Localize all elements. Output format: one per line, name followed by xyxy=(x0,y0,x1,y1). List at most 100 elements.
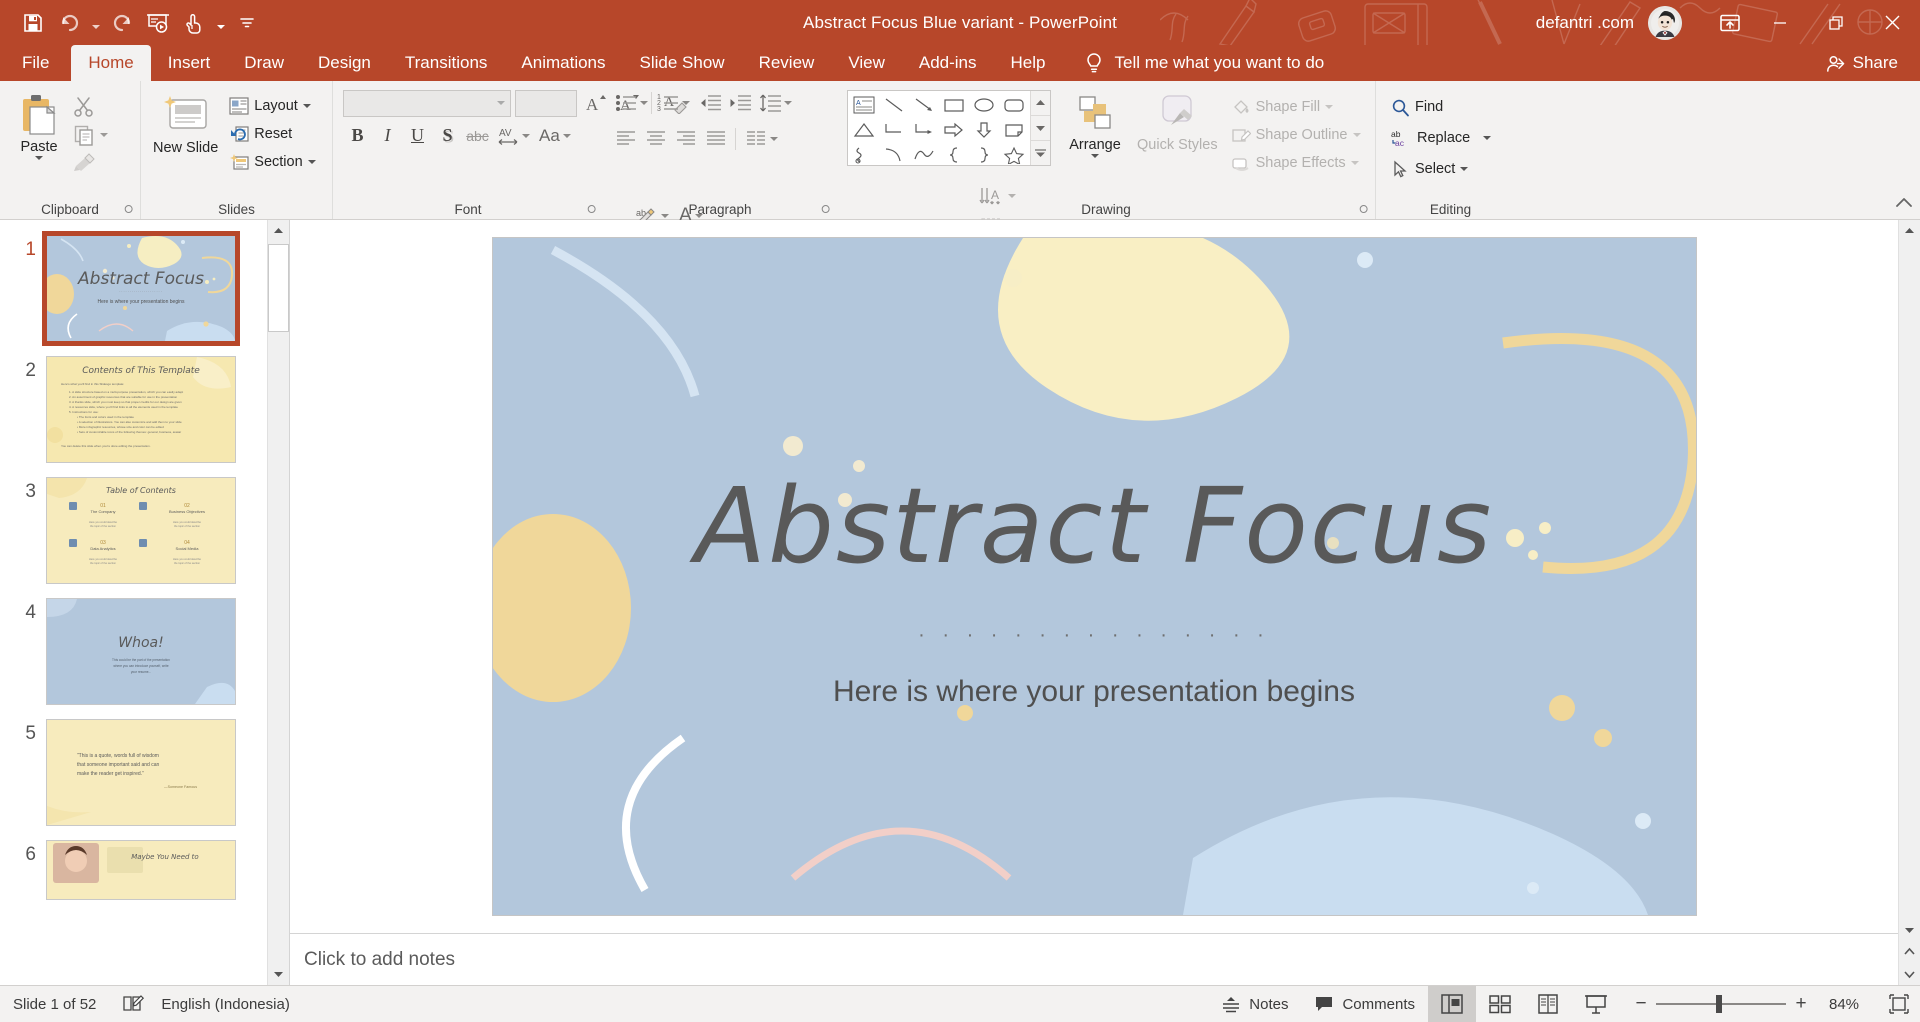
thumbnail-slide-6[interactable]: Maybe You Need to xyxy=(46,840,236,900)
touch-mouse-mode-button[interactable] xyxy=(177,7,211,39)
account-name[interactable]: defantri .com xyxy=(1536,13,1634,33)
shape-outline-button[interactable]: Shape Outline xyxy=(1226,122,1366,148)
new-slide-button[interactable]: New Slide xyxy=(147,88,224,158)
bullets-button[interactable] xyxy=(611,89,652,118)
select-button[interactable]: Select xyxy=(1386,156,1496,182)
line-spacing-button[interactable] xyxy=(755,89,796,118)
shape-right-brace[interactable] xyxy=(969,142,999,167)
minimize-button[interactable] xyxy=(1752,0,1808,45)
tab-design[interactable]: Design xyxy=(301,45,388,81)
fit-slide-to-window-button[interactable] xyxy=(1878,986,1920,1022)
shape-line[interactable] xyxy=(879,92,909,117)
text-shadow-button[interactable]: S xyxy=(433,121,462,150)
previous-slide-button[interactable] xyxy=(1899,941,1920,963)
quick-styles-button[interactable]: Quick Styles xyxy=(1131,88,1224,155)
shape-rounded-rectangle[interactable] xyxy=(999,92,1029,117)
shape-folded-corner[interactable] xyxy=(999,117,1029,142)
zoom-control[interactable]: − + 84% xyxy=(1620,986,1878,1022)
next-slide-button[interactable] xyxy=(1899,963,1920,985)
thumbnail-scrollbar-thumb[interactable] xyxy=(268,244,289,332)
shape-right-arrow[interactable] xyxy=(939,117,969,142)
align-left-button[interactable] xyxy=(611,125,640,154)
tell-me-search[interactable]: Tell me what you want to do xyxy=(1062,45,1324,81)
normal-view-button[interactable] xyxy=(1428,985,1476,1022)
shapes-gallery[interactable]: A xyxy=(847,90,1051,166)
customize-quick-access-toolbar-button[interactable] xyxy=(230,7,264,39)
tab-view[interactable]: View xyxy=(831,45,902,81)
align-right-button[interactable] xyxy=(671,125,700,154)
slide-show-view-button[interactable] xyxy=(1572,986,1620,1022)
thumbnail-item[interactable]: 1 Abstract Focus ····················· H… xyxy=(0,228,267,349)
notes-toggle-button[interactable]: Notes xyxy=(1208,986,1301,1022)
paste-button[interactable]: Paste xyxy=(10,88,68,162)
thumbnail-item[interactable]: 4 Whoa! This could be the part of the pr… xyxy=(0,591,267,712)
shape-fill-button[interactable]: Shape Fill xyxy=(1226,94,1366,120)
tab-animations[interactable]: Animations xyxy=(504,45,622,81)
avatar[interactable] xyxy=(1648,5,1682,40)
thumbnail-scrollbar-track[interactable] xyxy=(268,332,289,963)
clipboard-dialog-launcher[interactable]: ⭘ xyxy=(124,204,133,217)
thumbnail-scroll-down-button[interactable] xyxy=(268,963,289,985)
strikethrough-button[interactable]: abc xyxy=(463,121,492,150)
touch-mode-dropdown-caret[interactable] xyxy=(213,7,228,39)
columns-button[interactable] xyxy=(741,125,782,154)
shapes-more-button[interactable] xyxy=(1031,140,1050,165)
undo-dropdown-caret[interactable] xyxy=(88,7,103,39)
shape-scribble[interactable] xyxy=(849,142,879,167)
zoom-percentage[interactable]: 84% xyxy=(1816,996,1872,1013)
shape-triangle[interactable] xyxy=(849,117,879,142)
tab-insert[interactable]: Insert xyxy=(151,45,228,81)
slide-count-indicator[interactable]: Slide 1 of 52 xyxy=(0,986,109,1022)
slide-thumbnail-list[interactable]: 1 Abstract Focus ····················· H… xyxy=(0,220,267,985)
language-indicator[interactable]: English (Indonesia) xyxy=(148,986,302,1022)
replace-button[interactable]: ab ac Replace xyxy=(1386,125,1496,151)
tab-help[interactable]: Help xyxy=(994,45,1063,81)
reset-button[interactable]: Reset xyxy=(224,121,320,147)
tab-draw[interactable]: Draw xyxy=(227,45,301,81)
numbering-button[interactable]: 123 xyxy=(653,89,694,118)
italic-button[interactable]: I xyxy=(373,121,402,150)
shapes-scroll-down-button[interactable] xyxy=(1031,115,1050,140)
shape-rectangle[interactable] xyxy=(939,92,969,117)
zoom-in-button[interactable]: + xyxy=(1786,986,1816,1022)
justify-button[interactable] xyxy=(701,125,730,154)
thumbnail-item[interactable]: 5 “This is a quote, words full of wisdom… xyxy=(0,712,267,833)
decrease-indent-button[interactable] xyxy=(695,89,724,118)
collapse-ribbon-button[interactable] xyxy=(1896,197,1912,209)
thumbnail-slide-3[interactable]: Table of Contents 01 The Company Here yo… xyxy=(46,477,236,584)
slide-canvas-area[interactable]: Abstract Focus · · · · · · · · · · · · ·… xyxy=(290,220,1898,933)
zoom-slider[interactable] xyxy=(1656,986,1786,1022)
copy-button[interactable] xyxy=(68,122,113,148)
close-button[interactable] xyxy=(1864,0,1920,45)
restore-button[interactable] xyxy=(1808,0,1864,45)
ribbon-display-options-button[interactable] xyxy=(1708,0,1752,45)
tab-home[interactable]: Home xyxy=(71,45,151,81)
font-dialog-launcher[interactable]: ⭘ xyxy=(587,204,596,217)
thumbnail-scroll-up-button[interactable] xyxy=(268,220,289,242)
tab-transitions[interactable]: Transitions xyxy=(388,45,505,81)
tab-add-ins[interactable]: Add-ins xyxy=(902,45,994,81)
tab-file[interactable]: File xyxy=(0,45,72,81)
reading-view-button[interactable] xyxy=(1524,986,1572,1022)
shape-elbow-arrow-connector[interactable] xyxy=(909,117,939,142)
bold-button[interactable]: B xyxy=(343,121,372,150)
shape-curve[interactable] xyxy=(879,142,909,167)
drawing-dialog-launcher[interactable]: ⭘ xyxy=(1359,204,1368,217)
start-from-beginning-button[interactable] xyxy=(141,7,175,39)
shape-effects-button[interactable]: Shape Effects xyxy=(1226,150,1366,176)
redo-button[interactable] xyxy=(105,7,139,39)
shape-star[interactable] xyxy=(999,142,1029,167)
slide-subtitle-text[interactable]: Here is where your presentation begins xyxy=(493,675,1696,709)
align-center-button[interactable] xyxy=(641,125,670,154)
section-button[interactable]: Section xyxy=(224,149,320,175)
thumbnail-item[interactable]: 6 Maybe You Need to xyxy=(0,833,267,907)
find-button[interactable]: Find xyxy=(1386,94,1496,120)
slide-vertical-scrollbar[interactable] xyxy=(1898,220,1920,985)
thumbnail-scrollbar[interactable] xyxy=(267,220,289,985)
slide-sorter-view-button[interactable] xyxy=(1476,986,1524,1022)
change-case-button[interactable]: Aa xyxy=(535,121,575,150)
thumbnail-slide-1[interactable]: Abstract Focus ····················· Her… xyxy=(42,231,240,346)
increase-indent-button[interactable] xyxy=(725,89,754,118)
proofing-status[interactable] xyxy=(109,986,148,1022)
cut-button[interactable] xyxy=(68,94,113,120)
